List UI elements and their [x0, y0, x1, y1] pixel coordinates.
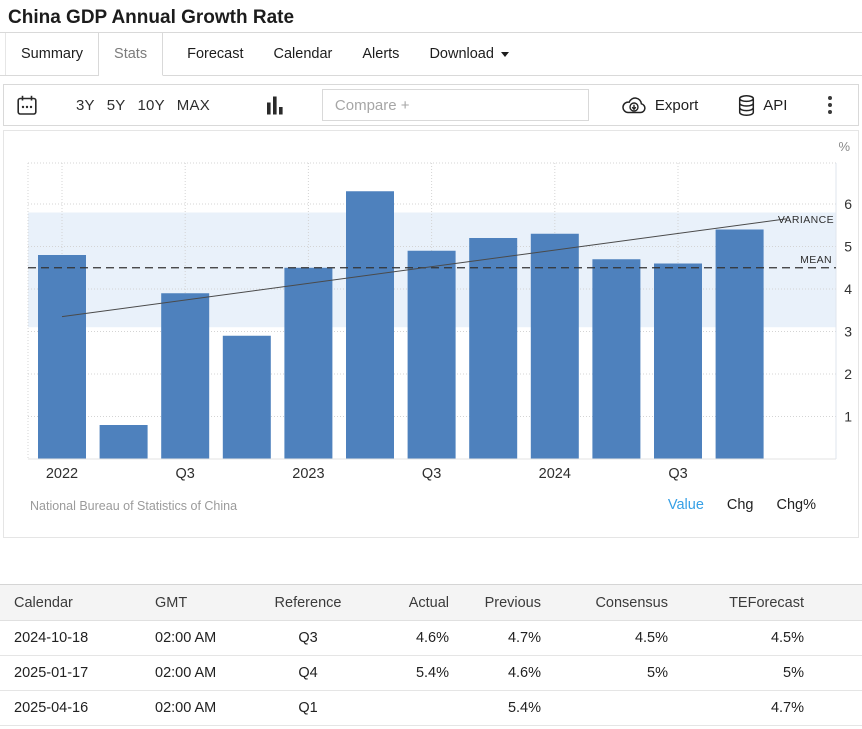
- svg-text:Q3: Q3: [668, 466, 687, 482]
- table-cell: Q1: [273, 691, 343, 726]
- table-cell: 02:00 AM: [155, 656, 273, 691]
- tab-summary[interactable]: Summary: [5, 33, 99, 75]
- export-button[interactable]: Export: [621, 95, 698, 115]
- table-cell: 4.6%: [343, 621, 449, 656]
- compare-input[interactable]: [322, 89, 589, 121]
- table-row[interactable]: 2025-01-1702:00 AMQ45.4%4.6%5%5%: [0, 656, 862, 691]
- table-cell: 4.7%: [449, 621, 541, 656]
- svg-text:4: 4: [844, 281, 852, 297]
- bar-chart-icon: [266, 96, 284, 115]
- chart-panel: 1 2 3 4 5 6 MEAN VARIANCE 2022 Q3 2023 Q3 2024 Q3% Na…: [3, 130, 859, 538]
- source-attribution: National Bureau of Statistics of China: [30, 499, 237, 513]
- range-5y-button[interactable]: 5Y: [107, 97, 126, 114]
- gdp-growth-bar-chart[interactable]: 1 2 3 4 5 6 MEAN VARIANCE 2022 Q3 2023 Q3 2024 Q3%: [4, 131, 858, 537]
- tab-bar: Summary Stats Forecast Calendar Alerts D…: [0, 33, 862, 76]
- calendar-icon: [16, 94, 38, 117]
- column-header-consensus: Consensus: [541, 585, 668, 621]
- table-cell: 2025-04-16: [0, 691, 155, 726]
- range-10y-button[interactable]: 10Y: [138, 97, 165, 114]
- table-row[interactable]: 2024-10-1802:00 AMQ34.6%4.7%4.5%4.5%: [0, 621, 862, 656]
- tab-stats[interactable]: Stats: [99, 33, 163, 76]
- chg-link[interactable]: Chg: [727, 497, 754, 513]
- column-header-calendar: Calendar: [0, 585, 155, 621]
- column-header-reference: Reference: [273, 585, 343, 621]
- svg-text:3: 3: [844, 324, 852, 340]
- table-cell: 2025-01-17: [0, 656, 155, 691]
- svg-text:5: 5: [844, 239, 852, 255]
- export-label: Export: [655, 97, 698, 114]
- tab-calendar[interactable]: Calendar: [259, 33, 348, 75]
- svg-text:VARIANCE: VARIANCE: [778, 214, 834, 226]
- svg-text:6: 6: [844, 196, 852, 212]
- column-header-teforecast: TEForecast: [668, 585, 862, 621]
- calendar-table-header: CalendarGMTReferenceActualPreviousConsen…: [0, 585, 862, 621]
- page-title: China GDP Annual Growth Rate: [0, 0, 862, 33]
- table-cell: 5.4%: [343, 656, 449, 691]
- svg-text:MEAN: MEAN: [800, 254, 832, 266]
- chg-pct-link[interactable]: Chg%: [777, 497, 817, 513]
- table-cell: Q3: [273, 621, 343, 656]
- table-cell: [541, 691, 668, 726]
- table-cell: 5.4%: [449, 691, 541, 726]
- svg-text:2023: 2023: [292, 466, 324, 482]
- table-cell: 5%: [541, 656, 668, 691]
- table-cell: [343, 691, 449, 726]
- chart-toolbar: 3Y 5Y 10Y MAX Export API: [3, 84, 859, 126]
- column-header-previous: Previous: [449, 585, 541, 621]
- series-mode-links: Value Chg Chg%: [668, 497, 816, 513]
- table-cell: 4.6%: [449, 656, 541, 691]
- range-3y-button[interactable]: 3Y: [76, 97, 95, 114]
- table-row[interactable]: 2025-04-1602:00 AMQ1 5.4% 4.7%: [0, 691, 862, 726]
- table-cell: 4.5%: [668, 621, 862, 656]
- range-buttons: 3Y 5Y 10Y MAX: [76, 97, 210, 114]
- tab-forecast[interactable]: Forecast: [172, 33, 258, 75]
- table-cell: 5%: [668, 656, 862, 691]
- date-range-calendar-button[interactable]: [16, 94, 38, 117]
- table-cell: Q4: [273, 656, 343, 691]
- svg-text:2024: 2024: [539, 466, 571, 482]
- table-cell: 4.7%: [668, 691, 862, 726]
- api-button[interactable]: API: [738, 95, 787, 116]
- api-label: API: [763, 97, 787, 114]
- svg-text:2: 2: [844, 366, 852, 382]
- tab-alerts[interactable]: Alerts: [347, 33, 414, 75]
- table-cell: 4.5%: [541, 621, 668, 656]
- kebab-menu-icon: [828, 96, 832, 100]
- chart-type-button[interactable]: [266, 96, 284, 115]
- value-link[interactable]: Value: [668, 497, 704, 513]
- range-max-button[interactable]: MAX: [177, 97, 210, 114]
- svg-text:%: %: [838, 139, 850, 154]
- svg-text:Q3: Q3: [422, 466, 441, 482]
- table-cell: 02:00 AM: [155, 621, 273, 656]
- table-cell: 2024-10-18: [0, 621, 155, 656]
- table-cell: 02:00 AM: [155, 691, 273, 726]
- cloud-download-icon: [621, 95, 647, 115]
- database-icon: [738, 95, 755, 116]
- svg-text:1: 1: [844, 409, 852, 425]
- calendar-table: CalendarGMTReferenceActualPreviousConsen…: [0, 584, 862, 726]
- more-options-button[interactable]: [828, 96, 832, 114]
- svg-text:Q3: Q3: [176, 466, 195, 482]
- column-header-gmt: GMT: [155, 585, 273, 621]
- tab-download[interactable]: Download: [414, 33, 524, 75]
- chevron-down-icon: [501, 52, 509, 57]
- column-header-actual: Actual: [343, 585, 449, 621]
- tab-download-label: Download: [429, 46, 494, 62]
- svg-text:2022: 2022: [46, 466, 78, 482]
